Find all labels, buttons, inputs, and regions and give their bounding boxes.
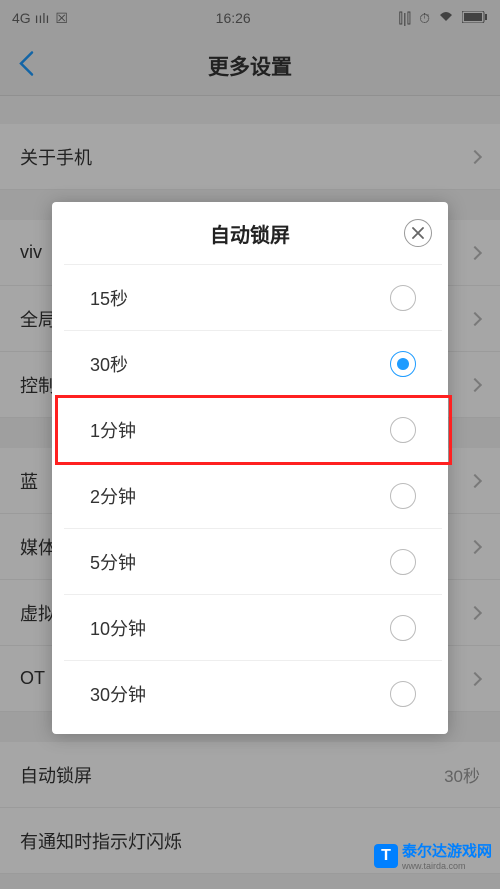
close-icon <box>412 227 424 239</box>
modal-header: 自动锁屏 <box>52 202 448 264</box>
watermark-url: www.tairda.com <box>402 861 492 871</box>
option-label: 2分钟 <box>90 483 136 509</box>
watermark: T 泰尔达游戏网 www.tairda.com <box>374 840 492 871</box>
option-10min[interactable]: 10分钟 <box>64 594 442 660</box>
watermark-icon: T <box>374 844 398 868</box>
radio-icon <box>390 615 416 641</box>
close-button[interactable] <box>404 219 432 247</box>
option-label: 30秒 <box>90 351 128 377</box>
option-30s[interactable]: 30秒 <box>64 330 442 396</box>
watermark-text: 泰尔达游戏网 <box>402 840 492 861</box>
radio-icon <box>390 549 416 575</box>
option-1min[interactable]: 1分钟 <box>64 396 442 462</box>
radio-icon <box>390 285 416 311</box>
option-2min[interactable]: 2分钟 <box>64 462 442 528</box>
option-label: 15秒 <box>90 285 128 311</box>
modal-title: 自动锁屏 <box>210 219 290 248</box>
radio-icon <box>390 681 416 707</box>
radio-icon-selected <box>390 351 416 377</box>
option-15s[interactable]: 15秒 <box>64 264 442 330</box>
option-label: 5分钟 <box>90 549 136 575</box>
option-label: 30分钟 <box>90 681 146 707</box>
option-label: 10分钟 <box>90 615 146 641</box>
radio-icon <box>390 417 416 443</box>
option-label: 1分钟 <box>90 417 136 443</box>
radio-icon <box>390 483 416 509</box>
option-5min[interactable]: 5分钟 <box>64 528 442 594</box>
autolock-modal: 自动锁屏 15秒 30秒 1分钟 2分钟 5分钟 10分钟 30分钟 <box>52 202 448 734</box>
option-30min[interactable]: 30分钟 <box>64 660 442 726</box>
